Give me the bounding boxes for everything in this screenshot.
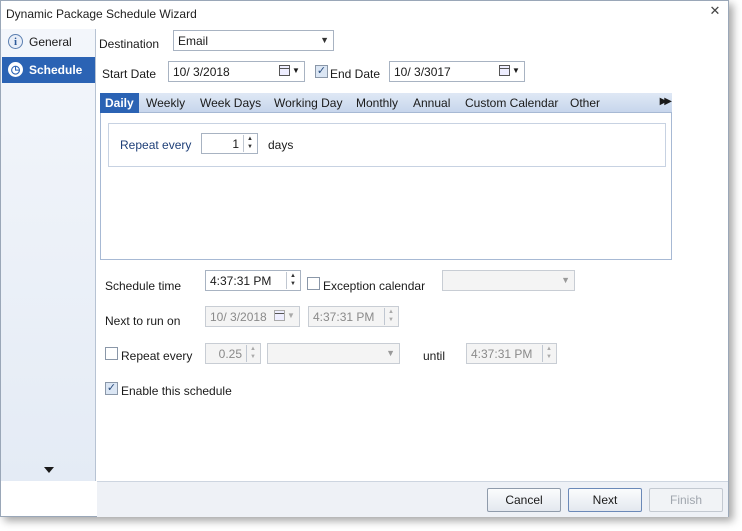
chevron-down-icon: ▼ — [386, 348, 395, 358]
finish-button[interactable]: Finish — [649, 488, 723, 512]
next-run-time-stepper[interactable]: 4:37:31 PM ▲ ▼ — [308, 306, 399, 327]
next-run-label: Next to run on — [105, 314, 181, 328]
sidebar-item-schedule[interactable]: ◷ Schedule — [2, 57, 95, 83]
daily-repeat-stepper[interactable]: 1 ▲ ▼ — [201, 133, 258, 154]
exception-calendar-dropdown[interactable]: ▼ — [442, 270, 575, 291]
until-time-stepper[interactable]: 4:37:31 PM ▲ ▼ — [466, 343, 557, 364]
end-date-label: End Date — [330, 67, 381, 81]
calendar-icon[interactable]: ▼ — [499, 64, 521, 79]
tab-monthly[interactable]: Monthly — [356, 93, 398, 113]
cancel-button[interactable]: Cancel — [487, 488, 561, 512]
start-date-picker[interactable]: 10/ 3/2018 ▼ — [168, 61, 305, 82]
repeat-every-checkbox[interactable] — [105, 347, 118, 360]
spin-buttons[interactable]: ▲ ▼ — [286, 272, 299, 289]
sidebar-item-label: Schedule — [29, 63, 83, 77]
end-date-picker[interactable]: 10/ 3/3017 ▼ — [389, 61, 525, 82]
destination-dropdown[interactable]: Email ▼ — [173, 30, 334, 51]
frequency-tabs: Daily Weekly Week Days Working Day Month… — [100, 93, 672, 113]
sidebar: i General ◷ Schedule — [1, 29, 96, 481]
daily-unit-label: days — [268, 138, 294, 152]
next-run-time-value: 4:37:31 PM — [313, 310, 375, 324]
sidebar-scroll-down-icon[interactable] — [44, 467, 54, 473]
next-button[interactable]: Next — [568, 488, 642, 512]
exception-calendar-label: Exception calendar — [323, 279, 426, 293]
next-run-date-picker[interactable]: 10/ 3/2018 ▼ — [205, 306, 300, 327]
chevron-down-icon: ▼ — [561, 275, 570, 285]
enable-schedule-checkbox[interactable]: ✓ — [105, 382, 118, 395]
schedule-time-stepper[interactable]: 4:37:31 PM ▲ ▼ — [205, 270, 301, 291]
repeat-every-label: Repeat every — [121, 349, 193, 363]
until-time-value: 4:37:31 PM — [471, 347, 533, 361]
destination-value: Email — [178, 34, 209, 48]
daily-repeat-group: Repeat every 1 ▲ ▼ days — [108, 123, 666, 167]
sidebar-item-label: General — [29, 35, 72, 49]
wizard-footer: Cancel Next Finish — [97, 481, 728, 517]
destination-label: Destination — [99, 37, 160, 51]
end-date-checkbox[interactable]: ✓ — [315, 65, 328, 78]
sidebar-item-general[interactable]: i General — [2, 29, 95, 55]
calendar-icon[interactable]: ▼ — [279, 64, 301, 79]
schedule-time-value: 4:37:31 PM — [210, 274, 272, 288]
start-date-label: Start Date — [102, 67, 157, 81]
window-title: Dynamic Package Schedule Wizard — [6, 7, 197, 21]
tab-working-day[interactable]: Working Day — [274, 93, 342, 113]
wizard-window: Dynamic Package Schedule Wizard ✕ i Gene… — [0, 0, 729, 517]
next-run-date-value: 10/ 3/2018 — [210, 310, 267, 324]
schedule-panel: Destination Email ▼ Start Date 10/ 3/201… — [97, 29, 728, 481]
tab-custom-calendar[interactable]: Custom Calendar — [465, 93, 558, 113]
calendar-icon[interactable]: ▼ — [274, 309, 296, 324]
end-date-value: 10/ 3/3017 — [394, 65, 451, 79]
clock-icon: ◷ — [8, 62, 23, 77]
spin-buttons[interactable]: ▲ ▼ — [246, 345, 259, 362]
spin-buttons[interactable]: ▲ ▼ — [384, 308, 397, 325]
repeat-every-stepper[interactable]: 0.25 ▲ ▼ — [205, 343, 261, 364]
tab-other[interactable]: Other — [570, 93, 600, 113]
info-icon: i — [8, 34, 23, 49]
spin-buttons[interactable]: ▲ ▼ — [243, 135, 256, 152]
tab-daily[interactable]: Daily — [100, 93, 139, 113]
exception-calendar-checkbox[interactable] — [307, 277, 320, 290]
daily-repeat-value: 1 — [232, 137, 239, 151]
tab-annual[interactable]: Annual — [413, 93, 450, 113]
until-label: until — [423, 349, 446, 363]
spin-buttons[interactable]: ▲ ▼ — [542, 345, 555, 362]
repeat-unit-dropdown[interactable]: ▼ — [267, 343, 400, 364]
title-bar: Dynamic Package Schedule Wizard ✕ — [1, 1, 728, 29]
close-icon[interactable]: ✕ — [708, 4, 722, 18]
tab-scroll-right-icon[interactable]: ▶▶ — [660, 96, 673, 107]
start-date-value: 10/ 3/2018 — [173, 65, 230, 79]
chevron-down-icon: ▼ — [320, 35, 329, 45]
tab-weekly[interactable]: Weekly — [146, 93, 185, 113]
tab-week-days[interactable]: Week Days — [200, 93, 261, 113]
repeat-every-value: 0.25 — [218, 347, 242, 361]
daily-tab-panel: Repeat every 1 ▲ ▼ days — [100, 113, 672, 260]
enable-schedule-label: Enable this schedule — [121, 384, 232, 398]
schedule-time-label: Schedule time — [105, 279, 182, 293]
daily-repeat-label: Repeat every — [120, 138, 192, 152]
